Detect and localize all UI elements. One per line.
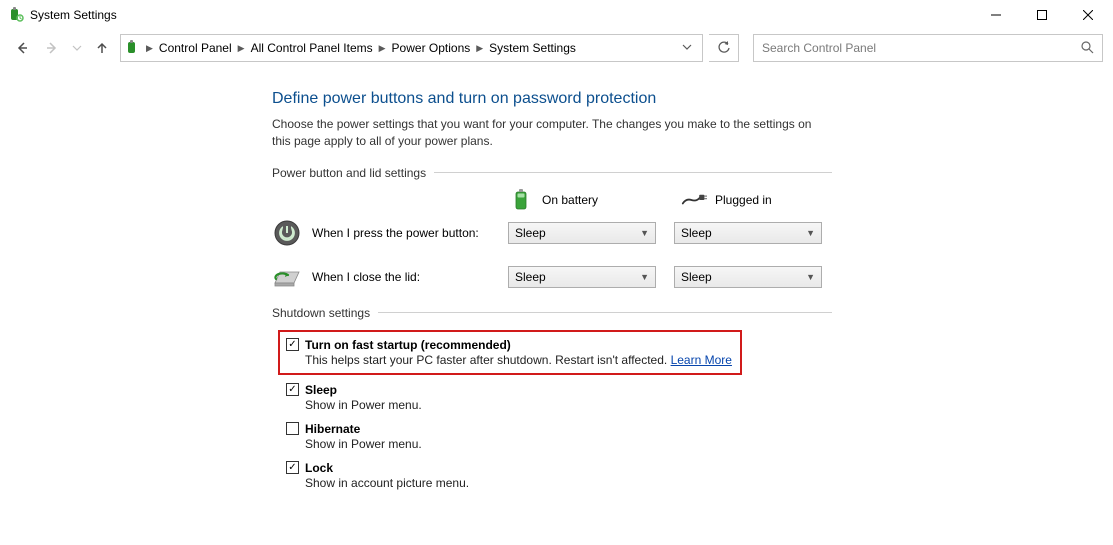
minimize-button[interactable] xyxy=(973,0,1019,30)
page-description: Choose the power settings that you want … xyxy=(272,116,832,150)
chevron-right-icon: ▶ xyxy=(475,43,484,54)
checkbox-hibernate[interactable] xyxy=(286,422,299,435)
chevron-down-icon: ▼ xyxy=(640,228,649,238)
breadcrumb[interactable]: ▶ Control Panel ▶ All Control Panel Item… xyxy=(120,34,703,62)
maximize-button[interactable] xyxy=(1019,0,1065,30)
checkbox-fast-startup[interactable] xyxy=(286,338,299,351)
shutdown-list: Turn on fast startup (recommended) This … xyxy=(272,330,860,492)
checkbox-sleep[interactable] xyxy=(286,383,299,396)
checkbox-label: Turn on fast startup (recommended) xyxy=(305,338,511,352)
column-label: On battery xyxy=(542,193,598,207)
checkbox-label: Sleep xyxy=(305,383,337,397)
select-power-battery[interactable]: Sleep ▼ xyxy=(508,222,656,244)
page-content: Define power buttons and turn on passwor… xyxy=(0,66,860,492)
checkbox-label: Hibernate xyxy=(305,422,360,436)
window-title: System Settings xyxy=(30,8,117,22)
search-input[interactable] xyxy=(762,41,1080,55)
row-label: When I close the lid: xyxy=(312,270,508,284)
shutdown-item-sleep: Sleep Show in Power menu. xyxy=(286,381,860,414)
titlebar: System Settings xyxy=(0,0,1113,30)
search-box[interactable] xyxy=(753,34,1103,62)
column-plugged-in: Plugged in xyxy=(681,190,836,210)
select-lid-battery[interactable]: Sleep ▼ xyxy=(508,266,656,288)
chevron-right-icon: ▶ xyxy=(145,43,154,54)
power-button-icon xyxy=(272,218,302,248)
learn-more-link[interactable]: Learn More xyxy=(671,353,732,367)
column-label: Plugged in xyxy=(715,193,772,207)
item-description: Show in account picture menu. xyxy=(305,476,860,490)
recent-dropdown[interactable] xyxy=(70,36,84,60)
checkbox-lock[interactable] xyxy=(286,461,299,474)
setting-row-lid: When I close the lid: Sleep ▼ Sleep ▼ xyxy=(272,262,860,292)
search-icon xyxy=(1080,40,1094,57)
column-headers: On battery Plugged in xyxy=(508,190,860,210)
select-lid-plugged[interactable]: Sleep ▼ xyxy=(674,266,822,288)
item-description: Show in Power menu. xyxy=(305,398,860,412)
breadcrumb-power-options[interactable]: Power Options xyxy=(389,41,474,55)
navigation-bar: ▶ Control Panel ▶ All Control Panel Item… xyxy=(0,30,1113,66)
breadcrumb-control-panel[interactable]: Control Panel xyxy=(156,41,235,55)
shutdown-item-lock: Lock Show in account picture menu. xyxy=(286,459,860,492)
lid-icon xyxy=(272,262,302,292)
chevron-down-icon: ▼ xyxy=(806,272,815,282)
item-description: This helps start your PC faster after sh… xyxy=(305,353,734,367)
plug-icon xyxy=(681,190,707,210)
close-button[interactable] xyxy=(1065,0,1111,30)
up-button[interactable] xyxy=(90,36,114,60)
breadcrumb-dropdown[interactable] xyxy=(676,41,698,55)
power-options-icon xyxy=(8,7,24,23)
breadcrumb-system-settings[interactable]: System Settings xyxy=(486,41,579,55)
chevron-down-icon: ▼ xyxy=(640,272,649,282)
chevron-right-icon: ▶ xyxy=(378,43,387,54)
power-options-icon xyxy=(125,40,141,56)
shutdown-item-hibernate: Hibernate Show in Power menu. xyxy=(286,420,860,453)
breadcrumb-all-items[interactable]: All Control Panel Items xyxy=(248,41,376,55)
chevron-right-icon: ▶ xyxy=(237,43,246,54)
section-header-power: Power button and lid settings xyxy=(272,166,832,180)
refresh-button[interactable] xyxy=(709,34,739,62)
shutdown-item-fast-startup: Turn on fast startup (recommended) This … xyxy=(278,330,742,375)
checkbox-label: Lock xyxy=(305,461,333,475)
back-button[interactable] xyxy=(10,36,34,60)
select-power-plugged[interactable]: Sleep ▼ xyxy=(674,222,822,244)
forward-button[interactable] xyxy=(40,36,64,60)
setting-row-power-button: When I press the power button: Sleep ▼ S… xyxy=(272,218,860,248)
battery-icon xyxy=(508,190,534,210)
row-label: When I press the power button: xyxy=(312,226,508,240)
item-description: Show in Power menu. xyxy=(305,437,860,451)
page-title: Define power buttons and turn on passwor… xyxy=(272,90,860,108)
column-on-battery: On battery xyxy=(508,190,663,210)
chevron-down-icon: ▼ xyxy=(806,228,815,238)
section-header-shutdown: Shutdown settings xyxy=(272,306,832,320)
